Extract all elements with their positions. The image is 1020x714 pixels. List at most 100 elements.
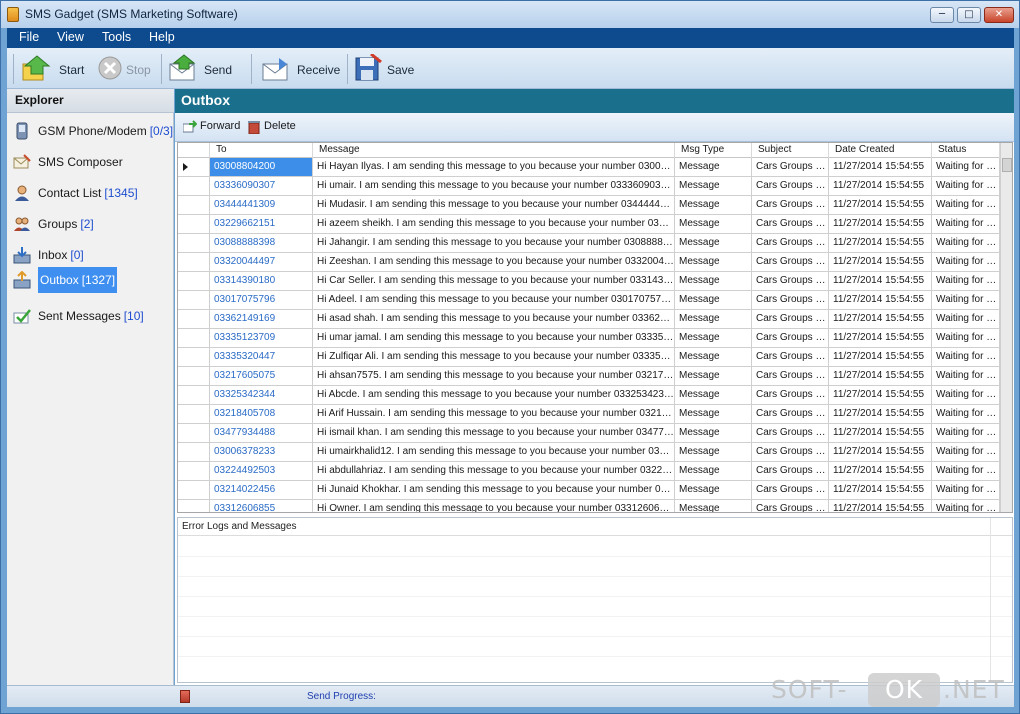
cell-message[interactable]: Hi ahsan7575. I am sending this message … [313, 367, 675, 386]
row-header[interactable] [178, 215, 210, 234]
title-bar[interactable]: SMS Gadget (SMS Marketing Software) ─ □ … [1, 1, 1019, 28]
column-header-msg-type[interactable]: Msg Type [675, 143, 752, 158]
cell-status[interactable]: Waiting for D... [932, 177, 1000, 196]
cell-subject[interactable]: Cars Groups C... [752, 158, 829, 177]
cell-to[interactable]: 03214022456 [210, 481, 313, 500]
cell-to[interactable]: 03088888398 [210, 234, 313, 253]
cell-status[interactable]: Waiting for D... [932, 481, 1000, 500]
cell-message[interactable]: Hi Zeeshan. I am sending this message to… [313, 253, 675, 272]
cell-status[interactable]: Waiting for D... [932, 291, 1000, 310]
cell-to[interactable]: 03314390180 [210, 272, 313, 291]
cell-date-created[interactable]: 11/27/2014 15:54:55 [829, 253, 932, 272]
cell-date-created[interactable]: 11/27/2014 15:54:55 [829, 310, 932, 329]
cell-message[interactable]: Hi Jahangir. I am sending this message t… [313, 234, 675, 253]
cell-date-created[interactable]: 11/27/2014 15:54:55 [829, 424, 932, 443]
cell-subject[interactable]: Cars Groups C... [752, 215, 829, 234]
table-row[interactable]: 03088888398 Hi Jahangir. I am sending thi… [178, 234, 1000, 253]
cell-message[interactable]: Hi azeem sheikh. I am sending this messa… [313, 215, 675, 234]
cell-subject[interactable]: Cars Groups C... [752, 310, 829, 329]
cell-msg-type[interactable]: Message [675, 348, 752, 367]
cell-message[interactable]: Hi Abcde. I am sending this message to y… [313, 386, 675, 405]
cell-message[interactable]: Hi Zulfiqar Ali. I am sending this messa… [313, 348, 675, 367]
cell-message[interactable]: Hi umairkhalid12. I am sending this mess… [313, 443, 675, 462]
cell-subject[interactable]: Cars Groups C... [752, 481, 829, 500]
table-row[interactable]: 03325342344 Hi Abcde. I am sending this m… [178, 386, 1000, 405]
row-header[interactable] [178, 348, 210, 367]
table-row[interactable]: 03214022456 Hi Junaid Khokhar. I am sendi… [178, 481, 1000, 500]
cell-status[interactable]: Waiting for D... [932, 424, 1000, 443]
row-header[interactable] [178, 329, 210, 348]
explorer-item-sms-composer[interactable]: SMS Composer [11, 149, 171, 175]
cell-msg-type[interactable]: Message [675, 310, 752, 329]
cell-date-created[interactable]: 11/27/2014 15:54:55 [829, 215, 932, 234]
cell-status[interactable]: Waiting for D... [932, 158, 1000, 177]
row-header[interactable] [178, 367, 210, 386]
cell-msg-type[interactable]: Message [675, 177, 752, 196]
table-row[interactable]: 03477934488 Hi ismail khan. I am sending … [178, 424, 1000, 443]
cell-to[interactable]: 03320044497 [210, 253, 313, 272]
cell-status[interactable]: Waiting for D... [932, 367, 1000, 386]
table-row[interactable]: 03006378233 Hi umairkhalid12. I am sendin… [178, 443, 1000, 462]
cell-to[interactable]: 03218405708 [210, 405, 313, 424]
cell-subject[interactable]: Cars Groups C... [752, 234, 829, 253]
cell-subject[interactable]: Cars Groups C... [752, 443, 829, 462]
cell-status[interactable]: Waiting for D... [932, 196, 1000, 215]
cell-to[interactable]: 03312606855 [210, 500, 313, 512]
cell-msg-type[interactable]: Message [675, 405, 752, 424]
cell-msg-type[interactable]: Message [675, 424, 752, 443]
cell-to[interactable]: 03229662151 [210, 215, 313, 234]
cell-to[interactable]: 03008804200 [210, 158, 313, 177]
cell-status[interactable]: Waiting for D... [932, 272, 1000, 291]
cell-date-created[interactable]: 11/27/2014 15:54:55 [829, 272, 932, 291]
cell-msg-type[interactable]: Message [675, 462, 752, 481]
table-row[interactable]: 03312606855 Hi Owner. I am sending this m… [178, 500, 1000, 512]
explorer-item-sent-messages[interactable]: Sent Messages [10] [11, 303, 171, 329]
row-header[interactable] [178, 443, 210, 462]
cell-to[interactable]: 03335123709 [210, 329, 313, 348]
cell-status[interactable]: Waiting for D... [932, 462, 1000, 481]
forward-button[interactable]: Forward [183, 119, 243, 135]
table-row[interactable]: 03320044497 Hi Zeeshan. I am sending this… [178, 253, 1000, 272]
explorer-item-inbox[interactable]: Inbox [0] [11, 242, 171, 268]
cell-to[interactable]: 03477934488 [210, 424, 313, 443]
table-row[interactable]: 03444441309 Hi Mudasir. I am sending this… [178, 196, 1000, 215]
table-row[interactable]: 03336090307 Hi umair. I am sending this m… [178, 177, 1000, 196]
row-header[interactable] [178, 196, 210, 215]
table-row[interactable]: 03362149169 Hi asad shah. I am sending th… [178, 310, 1000, 329]
cell-subject[interactable]: Cars Groups C... [752, 329, 829, 348]
cell-to[interactable]: 03017075796 [210, 291, 313, 310]
cell-date-created[interactable]: 11/27/2014 15:54:55 [829, 386, 932, 405]
row-header[interactable] [178, 462, 210, 481]
column-header-subject[interactable]: Subject [752, 143, 829, 158]
cell-to[interactable]: 03444441309 [210, 196, 313, 215]
column-header-message[interactable]: Message [313, 143, 675, 158]
cell-subject[interactable]: Cars Groups C... [752, 424, 829, 443]
cell-date-created[interactable]: 11/27/2014 15:54:55 [829, 291, 932, 310]
cell-status[interactable]: Waiting for D... [932, 310, 1000, 329]
cell-message[interactable]: Hi Mudasir. I am sending this message to… [313, 196, 675, 215]
cell-subject[interactable]: Cars Groups C... [752, 386, 829, 405]
cell-date-created[interactable]: 11/27/2014 15:54:55 [829, 405, 932, 424]
row-header[interactable] [178, 405, 210, 424]
cell-subject[interactable]: Cars Groups C... [752, 291, 829, 310]
cell-message[interactable]: Hi umair. I am sending this message to y… [313, 177, 675, 196]
row-header[interactable] [178, 424, 210, 443]
row-header[interactable] [178, 481, 210, 500]
column-header-date-created[interactable]: Date Created [829, 143, 932, 158]
cell-msg-type[interactable]: Message [675, 481, 752, 500]
cell-subject[interactable]: Cars Groups C... [752, 405, 829, 424]
cell-msg-type[interactable]: Message [675, 272, 752, 291]
menu-tools[interactable]: Tools [102, 30, 131, 44]
cell-status[interactable]: Waiting for D... [932, 348, 1000, 367]
cell-status[interactable]: Waiting for D... [932, 405, 1000, 424]
cell-message[interactable]: Hi umar jamal. I am sending this message… [313, 329, 675, 348]
column-header-status[interactable]: Status [932, 143, 1000, 158]
cell-subject[interactable]: Cars Groups C... [752, 348, 829, 367]
cell-msg-type[interactable]: Message [675, 500, 752, 512]
cell-msg-type[interactable]: Message [675, 253, 752, 272]
cell-to[interactable]: 03217605075 [210, 367, 313, 386]
cell-message[interactable]: Hi abdullahriaz. I am sending this messa… [313, 462, 675, 481]
cell-message[interactable]: Hi Hayan Ilyas. I am sending this messag… [313, 158, 675, 177]
cell-subject[interactable]: Cars Groups C... [752, 253, 829, 272]
maximize-button[interactable]: □ [957, 7, 981, 23]
